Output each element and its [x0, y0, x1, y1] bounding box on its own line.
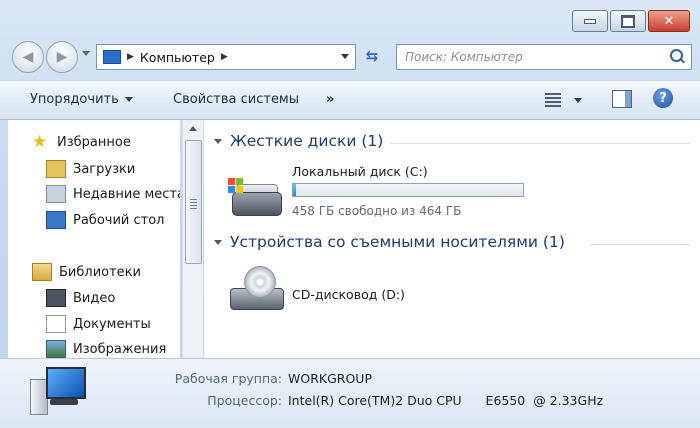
sidebar-item-video[interactable]: Видео — [46, 289, 115, 307]
workgroup-value: WORKGROUP — [288, 371, 372, 386]
libraries-icon — [32, 263, 52, 281]
explorer-window: ✕ ◀ ▶ ▶ Компьютер ▶ ⇆ Поиск: Компьютер У… — [0, 0, 700, 428]
computer-icon — [28, 367, 88, 419]
forward-button[interactable]: ▶ — [46, 41, 78, 73]
sidebar-item-desktop[interactable]: Рабочий стол — [46, 211, 164, 229]
capacity-bar-fill — [293, 184, 296, 196]
sidebar-item-label: Недавние места — [73, 186, 180, 202]
sidebar-item-label: Избранное — [57, 134, 131, 150]
downloads-folder-icon — [46, 160, 66, 178]
drive-name: CD-дисковод (D:) — [292, 287, 405, 302]
cd-drive-icon — [226, 266, 284, 312]
title-bar[interactable]: ✕ — [0, 0, 700, 38]
sidebar-item-label: Видео — [73, 290, 116, 306]
sidebar-item-pictures[interactable]: Изображения — [46, 340, 166, 358]
sidebar-item-favorites[interactable]: ★ Избранное — [32, 132, 131, 152]
windows-logo-icon — [228, 178, 244, 194]
system-properties-button[interactable]: Свойства системы — [173, 92, 299, 107]
video-library-icon — [46, 289, 66, 307]
desktop-icon — [46, 211, 66, 229]
group-title: Жесткие диски (1) — [230, 132, 384, 150]
computer-icon — [103, 50, 121, 64]
collapse-icon — [214, 138, 222, 144]
close-button[interactable]: ✕ — [648, 10, 690, 32]
breadcrumb-computer[interactable]: Компьютер — [140, 50, 215, 65]
star-icon: ★ — [32, 132, 48, 152]
back-button[interactable]: ◀ — [12, 41, 44, 73]
maximize-icon — [621, 14, 635, 28]
documents-library-icon — [46, 315, 66, 333]
group-header-hard-disks[interactable]: Жесткие диски (1) — [214, 132, 383, 150]
refresh-icon: ⇆ — [365, 47, 379, 65]
preview-pane-icon[interactable] — [612, 90, 632, 108]
group-header-removable[interactable]: Устройства со съемными носителями (1) — [214, 233, 565, 251]
refresh-button[interactable]: ⇆ — [358, 44, 386, 68]
command-bar: Упорядочить Свойства системы » ? — [0, 80, 700, 120]
drive-free-space: 458 ГБ свободно из 464 ГБ — [292, 204, 462, 218]
sidebar-item-libraries[interactable]: Библиотеки — [32, 263, 141, 281]
sidebar-item-label: Изображения — [73, 341, 167, 357]
close-icon: ✕ — [663, 13, 675, 29]
processor-label: Процессор: — [207, 393, 282, 408]
navigation-pane: ★ Избранное Загрузки Недавние места Рабо… — [8, 120, 180, 358]
group-title: Устройства со съемными носителями (1) — [230, 233, 565, 251]
hard-disk-icon — [226, 176, 284, 222]
change-view-icon[interactable] — [545, 91, 561, 107]
chevron-down-icon — [124, 97, 133, 102]
navigation-pane-scrollbar[interactable] — [182, 120, 203, 358]
grip-icon — [190, 197, 197, 211]
breadcrumb-separator-icon[interactable]: ▶ — [127, 52, 134, 62]
maximize-button[interactable] — [610, 10, 646, 32]
more-commands-button[interactable]: » — [326, 92, 334, 107]
recent-pages-dropdown[interactable] — [82, 51, 90, 56]
details-pane: Рабочая группа: WORKGROUP Процессор: Int… — [0, 358, 700, 428]
collapse-icon — [214, 239, 222, 245]
back-arrow-icon: ◀ — [22, 49, 34, 65]
forward-arrow-icon: ▶ — [56, 49, 68, 65]
content-pane: Жесткие диски (1) Локальный диск (C:) 45… — [204, 120, 700, 358]
breadcrumb-chevron-icon[interactable]: ▶ — [221, 52, 228, 62]
sidebar-item-documents[interactable]: Документы — [46, 315, 151, 333]
address-bar[interactable]: ▶ Компьютер ▶ — [96, 44, 356, 70]
sidebar-item-label: Загрузки — [73, 161, 136, 177]
view-options-dropdown-icon[interactable] — [574, 98, 582, 103]
drive-name: Локальный диск (C:) — [292, 164, 428, 179]
sidebar-item-label: Документы — [73, 316, 151, 332]
disc-icon — [244, 266, 276, 298]
search-icon[interactable] — [670, 49, 683, 62]
help-icon[interactable]: ? — [653, 88, 673, 108]
address-history-dropdown-icon[interactable] — [341, 54, 349, 59]
search-box[interactable]: Поиск: Компьютер — [396, 44, 692, 70]
organize-button[interactable]: Упорядочить — [30, 92, 133, 107]
search-input[interactable]: Поиск: Компьютер — [405, 50, 523, 64]
group-divider — [390, 143, 690, 144]
sidebar-item-label: Рабочий стол — [73, 212, 165, 228]
scroll-up-icon[interactable] — [189, 126, 197, 131]
minimize-button[interactable] — [572, 10, 608, 32]
sidebar-item-downloads[interactable]: Загрузки — [46, 160, 135, 178]
navigation-bar: ◀ ▶ ▶ Компьютер ▶ ⇆ Поиск: Компьютер — [0, 40, 700, 74]
recent-places-icon — [46, 185, 66, 203]
sidebar-item-label: Библиотеки — [59, 264, 141, 280]
minimize-icon — [584, 18, 596, 24]
group-divider — [590, 244, 690, 245]
scrollbar-thumb[interactable] — [185, 140, 202, 264]
organize-label: Упорядочить — [30, 92, 119, 107]
pictures-library-icon — [46, 340, 66, 358]
processor-value: Intel(R) Core(TM)2 Duo CPU E6550 @ 2.33G… — [288, 393, 604, 408]
capacity-bar — [292, 183, 524, 197]
sidebar-item-recent-places[interactable]: Недавние места — [46, 185, 180, 203]
workgroup-label: Рабочая группа: — [174, 371, 282, 386]
caption-buttons: ✕ — [572, 10, 690, 32]
